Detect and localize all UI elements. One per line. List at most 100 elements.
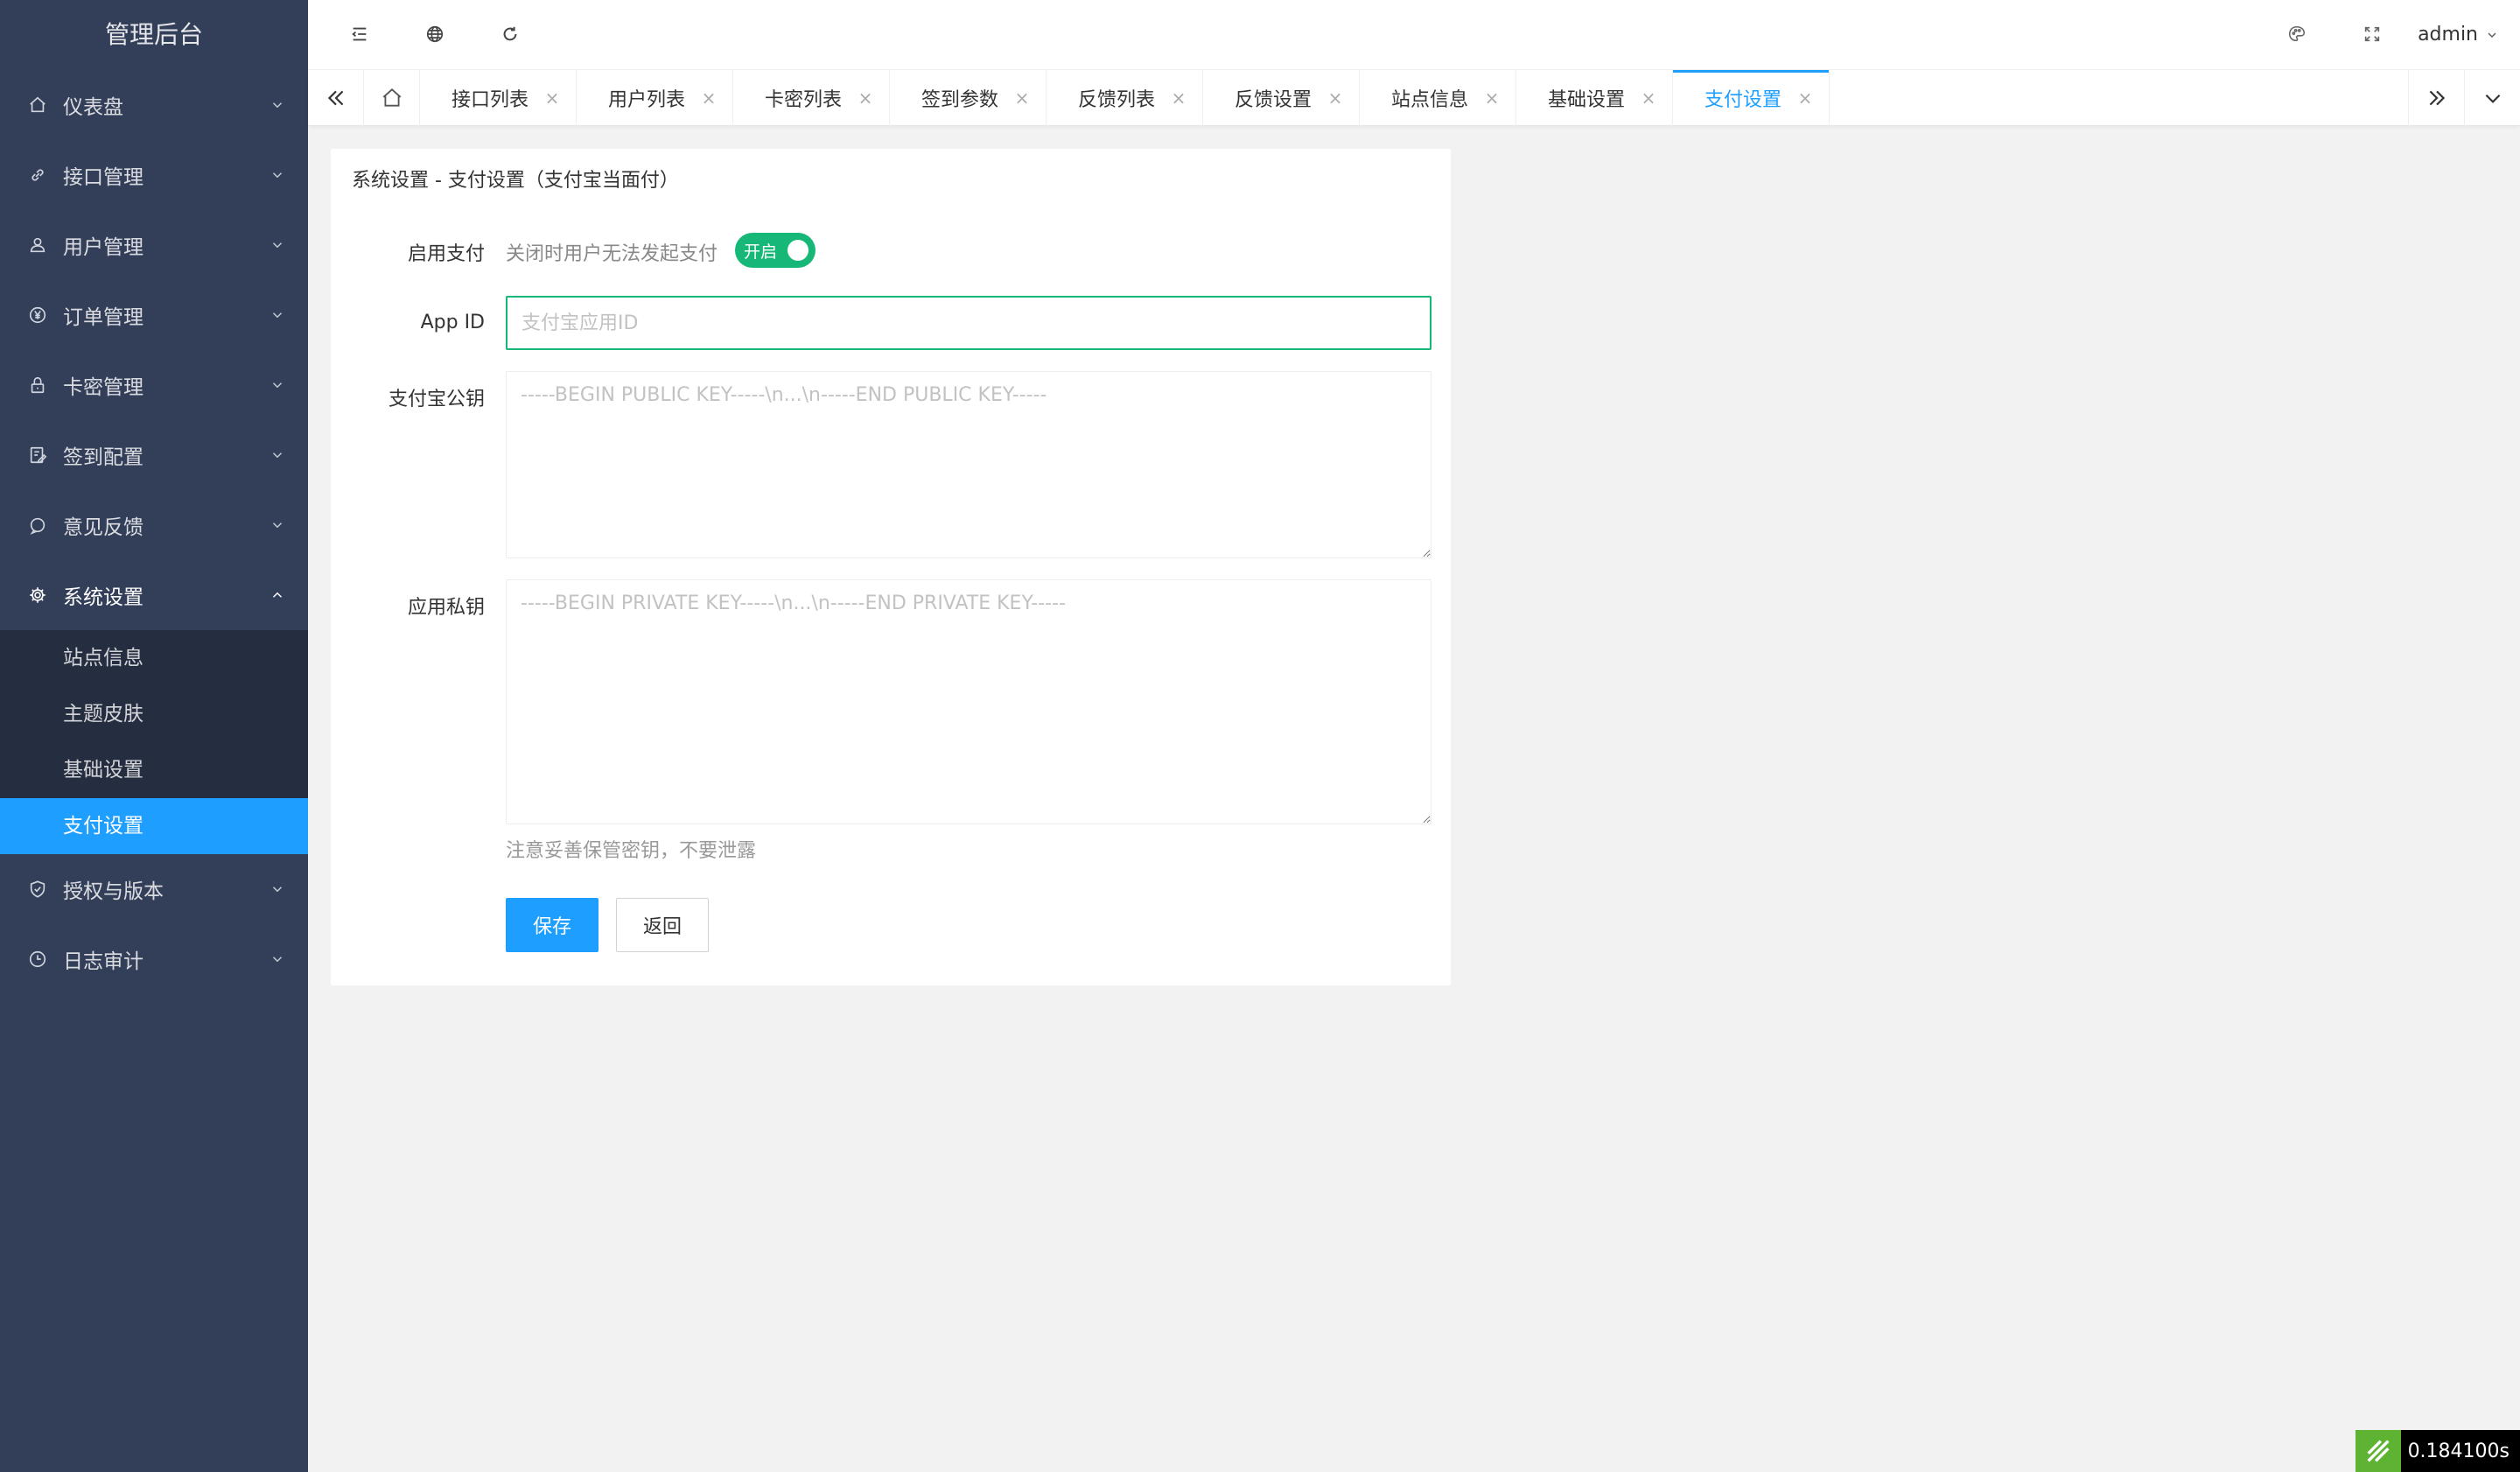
tab-label: 站点信息 <box>1391 89 1469 111</box>
chevron-down-icon <box>272 452 283 459</box>
user-icon <box>28 235 47 255</box>
tab-api-list[interactable]: 接口列表 × <box>420 70 577 126</box>
sidebar-item-orders[interactable]: 订单管理 <box>0 280 308 350</box>
app-private-key-textarea[interactable] <box>506 579 1432 824</box>
close-icon[interactable]: × <box>1797 89 1813 107</box>
tab-scroll-left-button[interactable] <box>308 70 364 126</box>
close-icon[interactable]: × <box>1641 89 1656 107</box>
save-button[interactable]: 保存 <box>506 898 598 952</box>
link-icon <box>28 165 47 185</box>
tab-basic-settings[interactable]: 基础设置 × <box>1516 70 1673 126</box>
back-button[interactable]: 返回 <box>616 898 709 952</box>
sidebar: 管理后台 仪表盘 接口管理 用户管理 订单管理 卡密管理 签到配置 意见反馈 系… <box>0 0 308 1472</box>
chevron-down-icon <box>272 242 283 249</box>
chevron-down-icon <box>272 382 283 389</box>
sidebar-item-license[interactable]: 授权与版本 <box>0 854 308 924</box>
sidebar-item-label: 接口管理 <box>63 166 144 189</box>
card-title: 系统设置 - 支付设置（支付宝当面付） <box>352 170 679 192</box>
menu-fold-icon[interactable] <box>346 21 373 47</box>
palette-icon[interactable] <box>2284 21 2310 47</box>
globe-icon[interactable] <box>422 21 448 47</box>
payment-settings-card: 系统设置 - 支付设置（支付宝当面付） 启用支付 关闭时用户无法发起支付 开启 … <box>331 149 1451 985</box>
sidebar-item-api[interactable]: 接口管理 <box>0 140 308 210</box>
tab-checkin-params[interactable]: 签到参数 × <box>890 70 1046 126</box>
tab-home[interactable] <box>364 70 420 126</box>
debug-trace-badge[interactable]: 0.184100s <box>2355 1430 2520 1472</box>
tab-user-list[interactable]: 用户列表 × <box>577 70 733 126</box>
clock-icon <box>28 950 47 969</box>
app-id-label: App ID <box>420 312 485 333</box>
sidebar-item-label: 卡密管理 <box>63 376 144 399</box>
user-menu[interactable]: admin <box>2418 0 2499 70</box>
yen-icon <box>28 305 47 325</box>
alipay-public-key-textarea[interactable] <box>506 371 1432 558</box>
close-icon[interactable]: × <box>701 89 717 107</box>
trace-logo-icon <box>2355 1430 2401 1472</box>
sidebar-item-label: 日志审计 <box>63 950 144 973</box>
sidebar-item-label: 系统设置 <box>63 586 144 609</box>
fullscreen-icon[interactable] <box>2359 21 2385 47</box>
switch-label: 开启 <box>744 242 778 262</box>
close-icon[interactable]: × <box>858 89 873 107</box>
tab-card-list[interactable]: 卡密列表 × <box>733 70 890 126</box>
close-icon[interactable]: × <box>1327 89 1343 107</box>
sidebar-item-label: 意见反馈 <box>63 516 144 539</box>
close-icon[interactable]: × <box>1014 89 1030 107</box>
chevron-down-icon <box>272 522 283 529</box>
tab-feedback-settings[interactable]: 反馈设置 × <box>1203 70 1360 126</box>
sidebar-item-dashboard[interactable]: 仪表盘 <box>0 70 308 140</box>
tab-bar: 接口列表 × 用户列表 × 卡密列表 × 签到参数 × 反馈列表 × 反馈设置 × 站点信息… <box>308 70 2520 126</box>
refresh-icon[interactable] <box>497 21 523 47</box>
tab-scroll-right-button[interactable] <box>2408 70 2464 126</box>
chevron-down-icon <box>2488 32 2496 38</box>
enable-payment-switch[interactable]: 开启 <box>735 233 816 268</box>
switch-knob <box>788 240 808 261</box>
app-private-key-label: 应用私钥 <box>407 597 485 619</box>
tab-label: 基础设置 <box>1548 89 1626 111</box>
tab-label: 支付设置 <box>1704 89 1782 111</box>
sidebar-subitem-payment-settings[interactable]: 支付设置 <box>0 798 308 854</box>
tab-label: 用户列表 <box>608 89 686 111</box>
username: admin <box>2418 24 2478 46</box>
close-icon[interactable]: × <box>1171 89 1186 107</box>
sidebar-subitem-site-info[interactable]: 站点信息 <box>0 630 308 686</box>
gear-icon <box>28 585 47 605</box>
sidebar-item-label: 授权与版本 <box>63 880 164 903</box>
sidebar-item-cards[interactable]: 卡密管理 <box>0 350 308 420</box>
lock-icon <box>28 375 47 395</box>
tab-feedback-list[interactable]: 反馈列表 × <box>1046 70 1203 126</box>
close-icon[interactable]: × <box>544 89 560 107</box>
shield-icon <box>28 880 47 899</box>
chevron-down-icon <box>2485 94 2500 103</box>
system-settings-submenu: 站点信息 主题皮肤 基础设置 支付设置 <box>0 630 308 854</box>
enable-payment-label: 启用支付 <box>407 243 485 265</box>
sidebar-item-label: 仪表盘 <box>63 96 123 119</box>
debug-time: 0.184100s <box>2407 1440 2510 1462</box>
sidebar-item-checkin[interactable]: 签到配置 <box>0 420 308 490</box>
app-id-input[interactable] <box>506 296 1432 350</box>
home-icon <box>28 95 47 115</box>
close-icon[interactable]: × <box>1484 89 1500 107</box>
tab-payment-settings[interactable]: 支付设置 × <box>1673 70 1830 126</box>
sidebar-item-audit-log[interactable]: 日志审计 <box>0 924 308 994</box>
alipay-public-key-label: 支付宝公钥 <box>388 389 485 410</box>
sidebar-item-system-settings[interactable]: 系统设置 <box>0 560 308 630</box>
tab-list: 接口列表 × 用户列表 × 卡密列表 × 签到参数 × 反馈列表 × 反馈设置 × 站点信息… <box>420 70 1830 126</box>
home-icon <box>382 88 401 107</box>
top-header: admin <box>308 0 2520 70</box>
sidebar-item-label: 订单管理 <box>63 306 144 329</box>
chevron-up-icon <box>272 592 283 598</box>
sidebar-item-label: 签到配置 <box>63 446 144 469</box>
sidebar-subitem-basic-settings[interactable]: 基础设置 <box>0 742 308 798</box>
sidebar-item-feedback[interactable]: 意见反馈 <box>0 490 308 560</box>
sidebar-subitem-theme[interactable]: 主题皮肤 <box>0 686 308 742</box>
double-chevron-left-icon <box>327 90 343 106</box>
sidebar-item-label: 用户管理 <box>63 236 144 259</box>
tab-label: 反馈设置 <box>1235 89 1312 111</box>
tab-site-info[interactable]: 站点信息 × <box>1360 70 1516 126</box>
chat-icon <box>28 515 47 535</box>
tab-label: 反馈列表 <box>1078 89 1156 111</box>
chevron-down-icon <box>272 312 283 319</box>
tab-menu-dropdown-button[interactable] <box>2464 70 2520 126</box>
sidebar-item-users[interactable]: 用户管理 <box>0 210 308 280</box>
